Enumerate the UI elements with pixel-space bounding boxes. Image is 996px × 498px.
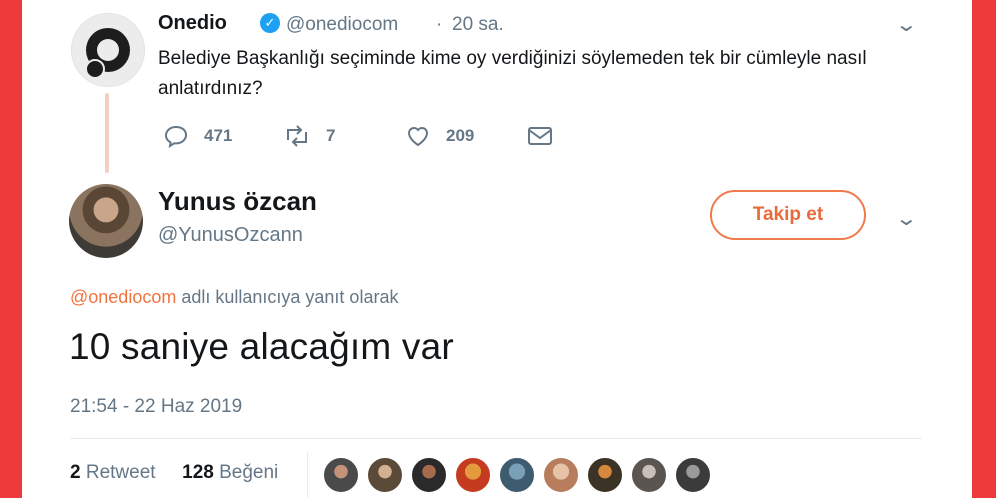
parent-author-handle[interactable]: @onediocom	[286, 14, 398, 36]
stats-divider	[307, 452, 308, 498]
liker-avatar[interactable]	[586, 456, 624, 494]
separator-dot: ·	[436, 14, 443, 35]
retweets-count[interactable]: 2	[70, 462, 81, 483]
retweet-count: 7	[326, 126, 336, 145]
chevron-down-icon[interactable]: ⌄	[895, 206, 918, 231]
liker-avatar[interactable]	[410, 456, 448, 494]
parent-author-name[interactable]: Onedio	[158, 12, 227, 35]
reply-author-name[interactable]: Yunus özcan	[158, 186, 317, 217]
envelope-icon[interactable]	[526, 124, 554, 148]
reply-author-handle[interactable]: @YunusOzcann	[158, 224, 303, 247]
reply-context: @onediocom adlı kullanıcıya yanıt olarak	[70, 287, 398, 308]
parent-tweet-text: Belediye Başkanlığı seçiminde kime oy ve…	[158, 48, 867, 99]
verified-badge-icon: ✓	[260, 13, 280, 33]
liker-avatar[interactable]	[322, 456, 360, 494]
tweet-card: Onedio ✓ @onediocom · 20 sa. ⌄ Belediye …	[22, 0, 972, 498]
like-count: 209	[446, 126, 475, 145]
engagement-stats: 2 Retweet 128 Beğeni	[70, 462, 278, 484]
heart-icon[interactable]	[404, 122, 432, 150]
yunus-avatar[interactable]	[69, 184, 143, 258]
liker-avatar[interactable]	[498, 456, 536, 494]
retweets-label[interactable]: Retweet	[86, 462, 156, 483]
reply-mention-link[interactable]: @onediocom	[70, 287, 176, 307]
reply-tweet-text: 10 saniye alacağım var	[69, 326, 454, 367]
reply-icon[interactable]	[162, 122, 190, 150]
likes-count[interactable]: 128	[182, 462, 214, 483]
follow-button[interactable]: Takip et	[710, 190, 866, 240]
liker-avatar[interactable]	[630, 456, 668, 494]
reply-context-text: adlı kullanıcıya yanıt olarak	[176, 287, 399, 307]
liker-avatar[interactable]	[366, 456, 404, 494]
thread-line	[105, 93, 109, 173]
chevron-down-icon[interactable]: ⌄	[895, 12, 918, 37]
divider	[70, 438, 922, 439]
parent-tweet-time[interactable]: 20 sa.	[452, 14, 504, 36]
liker-avatar[interactable]	[542, 456, 580, 494]
likes-label[interactable]: Beğeni	[219, 462, 278, 483]
retweet-icon[interactable]	[282, 122, 312, 150]
reply-timestamp[interactable]: 21:54 - 22 Haz 2019	[70, 396, 242, 418]
liker-avatar[interactable]	[674, 456, 712, 494]
reply-count: 471	[204, 126, 233, 145]
onedio-avatar[interactable]	[71, 13, 145, 87]
liker-avatar[interactable]	[454, 456, 492, 494]
